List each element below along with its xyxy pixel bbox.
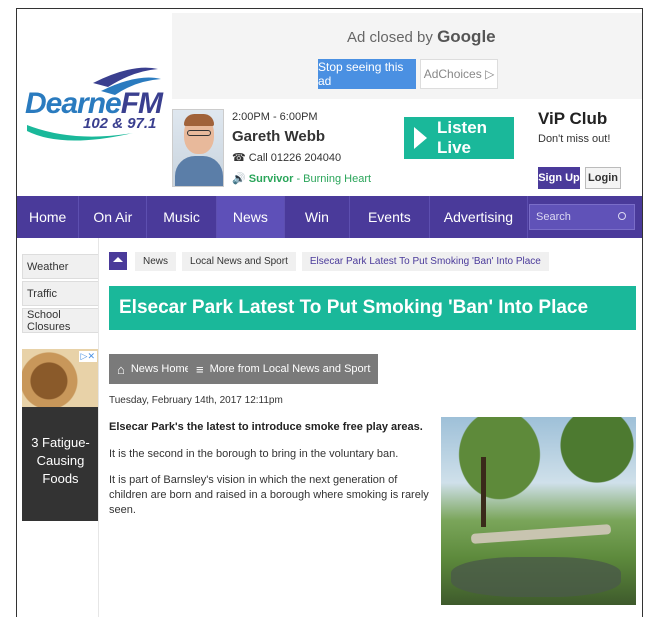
nav-on-air[interactable]: On Air (79, 196, 148, 238)
page-frame: DearneFM 102 & 97.1 Ad closed by Google … (16, 8, 643, 617)
breadcrumb-news[interactable]: News (135, 251, 177, 271)
article-paragraph: It is the second in the borough to bring… (109, 448, 399, 460)
login-button[interactable]: Login (585, 167, 621, 189)
presenter-photo (172, 109, 224, 187)
dearne-fm-logo[interactable]: DearneFM 102 & 97.1 (23, 61, 163, 151)
now-playing: 🔊 Survivor - Burning Heart (232, 173, 372, 185)
more-from-local-news-button[interactable]: ≡ More from Local News and Sport (188, 354, 379, 384)
search-input[interactable]: Search (529, 204, 635, 230)
presenter-name[interactable]: Gareth Webb (232, 128, 325, 145)
sidebar-ad[interactable]: ▷✕ 3 Fatigue-Causing Foods (22, 349, 99, 521)
list-icon: ≡ (196, 361, 204, 377)
sidebar-link-weather[interactable]: Weather (22, 254, 99, 279)
stop-seeing-ad-button[interactable]: Stop seeing this ad (318, 59, 416, 89)
nav-win[interactable]: Win (285, 196, 350, 238)
vip-club-subtitle: Don't miss out! (538, 133, 611, 145)
nav-advertising[interactable]: Advertising (430, 196, 529, 238)
article-photo (441, 417, 636, 605)
sign-up-button[interactable]: Sign Up (538, 167, 580, 189)
sidebar-link-traffic[interactable]: Traffic (22, 281, 99, 306)
play-icon (414, 127, 427, 149)
nav-music[interactable]: Music (147, 196, 217, 238)
ad-headline[interactable]: 3 Fatigue-Causing Foods (22, 434, 99, 488)
article-title: Elsecar Park Latest To Put Smoking 'Ban'… (109, 286, 636, 330)
breadcrumb-current: Elsecar Park Latest To Put Smoking 'Ban'… (301, 251, 549, 271)
ad-close-icon[interactable]: ▷✕ (78, 351, 97, 362)
nav-events[interactable]: Events (350, 196, 430, 238)
article-date: Tuesday, February 14th, 2017 12:11pm (109, 395, 283, 406)
ad-closed-text: Ad closed by Google (347, 27, 496, 46)
search-icon[interactable] (618, 212, 626, 220)
sidebar-link-school-closures[interactable]: School Closures (22, 308, 99, 333)
phone-icon: ☎ (232, 152, 249, 164)
listen-live-button[interactable]: Listen Live (404, 117, 514, 159)
main-nav: Home On Air Music News Win Events Advert… (17, 196, 642, 238)
article-paragraph: It is part of Barnsley's vision in which… (109, 474, 429, 516)
news-home-button[interactable]: ⌂ News Home (109, 354, 199, 384)
sidebar-divider (98, 238, 99, 617)
nav-news[interactable]: News (216, 196, 285, 238)
nav-home[interactable]: Home (17, 196, 80, 238)
show-phone: ☎ Call 01226 204040 (232, 152, 342, 164)
site-header: DearneFM 102 & 97.1 Ad closed by Google … (17, 9, 642, 196)
vip-club-title: ViP Club (538, 109, 608, 128)
article-lead: Elsecar Park's the latest to introduce s… (109, 421, 423, 433)
speaker-icon: 🔊 (232, 173, 249, 185)
show-time: 2:00PM - 6:00PM (232, 111, 318, 123)
ad-choices-button[interactable]: AdChoices ▷ (420, 59, 498, 89)
breadcrumb: News Local News and Sport Elsecar Park L… (109, 251, 555, 271)
home-icon[interactable] (109, 252, 127, 270)
home-icon: ⌂ (117, 361, 125, 377)
logo-frequency: 102 & 97.1 (83, 115, 157, 132)
breadcrumb-local-news[interactable]: Local News and Sport (182, 251, 296, 271)
ad-closed-panel: Ad closed by Google Stop seeing this ad … (172, 13, 642, 99)
